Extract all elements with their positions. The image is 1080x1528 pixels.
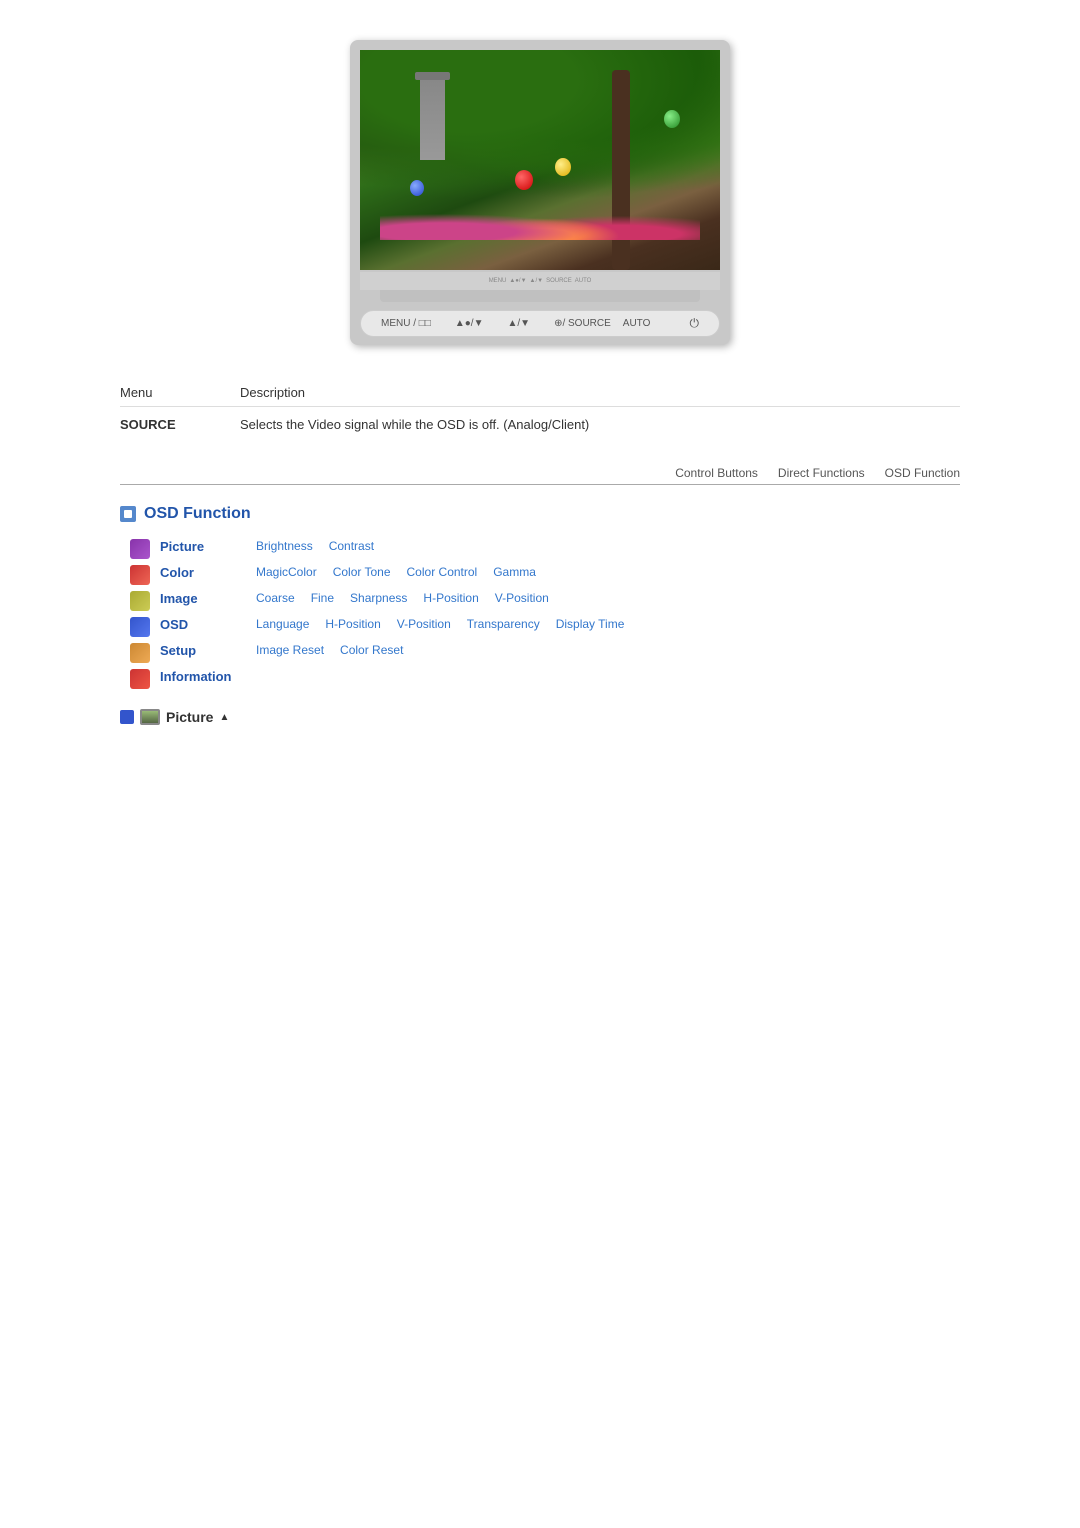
osd-item-fine[interactable]: Fine bbox=[305, 591, 340, 605]
picture-heading: Picture ▲ bbox=[120, 709, 960, 725]
osd-menu-row-image: Image Coarse Fine Sharpness H-Position V… bbox=[130, 591, 960, 611]
osd-icon-cell-setup bbox=[130, 643, 160, 663]
osd-heading-text: OSD Function bbox=[144, 505, 251, 523]
info-menu-icon bbox=[130, 669, 150, 689]
table-row: SOURCE Selects the Video signal while th… bbox=[120, 413, 960, 436]
osd-item-image-vposition[interactable]: V-Position bbox=[489, 591, 555, 605]
picture-nav-icon bbox=[120, 710, 134, 724]
osd-heading: OSD Function bbox=[120, 505, 960, 523]
scene-balloon-green bbox=[664, 110, 680, 128]
osd-item-contrast[interactable]: Contrast bbox=[323, 539, 380, 553]
table-col-desc-header: Description bbox=[240, 385, 960, 400]
osd-icon-cell-osd bbox=[130, 617, 160, 637]
osd-item-sharpness[interactable]: Sharpness bbox=[344, 591, 413, 605]
osd-item-display-time[interactable]: Display Time bbox=[550, 617, 631, 631]
osd-heading-icon bbox=[120, 506, 136, 522]
monitor-outer: MENU▲●/▼▲/▼SOURCEAUTO MENU / □□ ▲●/▼ ▲/▼… bbox=[350, 40, 730, 345]
scene-balloon-red bbox=[515, 170, 533, 190]
osd-item-gamma[interactable]: Gamma bbox=[487, 565, 542, 579]
picture-heading-text: Picture bbox=[166, 709, 213, 725]
osd-menu-row-information: Information bbox=[130, 669, 960, 689]
monitor-bezel-bottom: MENU▲●/▼▲/▼SOURCEAUTO bbox=[360, 272, 720, 290]
setup-menu-icon bbox=[130, 643, 150, 663]
tab-osd-function[interactable]: OSD Function bbox=[885, 466, 960, 480]
osd-item-image-hposition[interactable]: H-Position bbox=[417, 591, 484, 605]
osd-icon-cell-color bbox=[130, 565, 160, 585]
source-ctrl-label: ⊕/ SOURCE bbox=[554, 318, 611, 329]
osd-menu-items-color: MagicColor Color Tone Color Control Gamm… bbox=[250, 565, 960, 579]
osd-section: OSD Function Picture Brightness Contrast bbox=[120, 505, 960, 689]
power-icon[interactable]: ⏻ bbox=[690, 316, 700, 331]
osd-menu-items-picture: Brightness Contrast bbox=[250, 539, 960, 553]
osd-item-color-tone[interactable]: Color Tone bbox=[327, 565, 397, 579]
table-desc-source: Selects the Video signal while the OSD i… bbox=[240, 417, 960, 432]
osd-item-color-reset[interactable]: Color Reset bbox=[334, 643, 409, 657]
nav-tabs-section: Control Buttons Direct Functions OSD Fun… bbox=[120, 466, 960, 485]
image-menu-icon bbox=[130, 591, 150, 611]
picture-monitor-icon bbox=[140, 709, 160, 725]
monitor-section: MENU▲●/▼▲/▼SOURCEAUTO MENU / □□ ▲●/▼ ▲/▼… bbox=[60, 40, 1020, 345]
brightness-ctrl-label: ▲●/▼ bbox=[455, 318, 484, 329]
table-section: Menu Description SOURCE Selects the Vide… bbox=[120, 385, 960, 436]
osd-menu-name-color: Color bbox=[160, 565, 250, 580]
table-header: Menu Description bbox=[120, 385, 960, 407]
monitor-bezel-dots: MENU▲●/▼▲/▼SOURCEAUTO bbox=[489, 278, 592, 284]
osd-menu-name-osd: OSD bbox=[160, 617, 250, 632]
monitor-stand-top bbox=[380, 290, 700, 302]
osd-item-coarse[interactable]: Coarse bbox=[250, 591, 301, 605]
osd-menu-name-setup: Setup bbox=[160, 643, 250, 658]
osd-menu-items-setup: Image Reset Color Reset bbox=[250, 643, 960, 657]
osd-icon-cell-picture bbox=[130, 539, 160, 559]
menu-ctrl-label: MENU / □□ bbox=[381, 318, 431, 329]
osd-item-osd-vposition[interactable]: V-Position bbox=[391, 617, 457, 631]
osd-menu-table: Picture Brightness Contrast Color MagicC… bbox=[130, 539, 960, 689]
osd-menu-name-information[interactable]: Information bbox=[160, 669, 250, 684]
monitor-screen bbox=[360, 50, 720, 270]
osd-menu-row-color: Color MagicColor Color Tone Color Contro… bbox=[130, 565, 960, 585]
osd-icon-cell-image bbox=[130, 591, 160, 611]
auto-ctrl-label: AUTO bbox=[623, 318, 651, 329]
osd-menu-items-osd: Language H-Position V-Position Transpare… bbox=[250, 617, 960, 631]
osd-menu-items-image: Coarse Fine Sharpness H-Position V-Posit… bbox=[250, 591, 960, 605]
tab-direct-functions[interactable]: Direct Functions bbox=[778, 466, 865, 480]
osd-item-image-reset[interactable]: Image Reset bbox=[250, 643, 330, 657]
osd-item-magiccolor[interactable]: MagicColor bbox=[250, 565, 323, 579]
tab-control-buttons[interactable]: Control Buttons bbox=[675, 466, 758, 480]
osd-menu-icon bbox=[130, 617, 150, 637]
osd-icon-cell-information bbox=[130, 669, 160, 689]
position-ctrl-label: ▲/▼ bbox=[507, 318, 530, 329]
osd-item-language[interactable]: Language bbox=[250, 617, 315, 631]
scene-pagoda bbox=[420, 80, 445, 160]
osd-menu-row-osd: OSD Language H-Position V-Position Trans… bbox=[130, 617, 960, 637]
table-col-menu-header: Menu bbox=[120, 385, 240, 400]
picture-heading-arrow: ▲ bbox=[219, 712, 229, 723]
osd-item-brightness[interactable]: Brightness bbox=[250, 539, 319, 553]
color-menu-icon bbox=[130, 565, 150, 585]
scene-balloon-blue bbox=[410, 180, 424, 196]
page-wrapper: MENU▲●/▼▲/▼SOURCEAUTO MENU / □□ ▲●/▼ ▲/▼… bbox=[0, 0, 1080, 775]
osd-item-color-control[interactable]: Color Control bbox=[401, 565, 484, 579]
osd-menu-row-picture: Picture Brightness Contrast bbox=[130, 539, 960, 559]
osd-menu-row-setup: Setup Image Reset Color Reset bbox=[130, 643, 960, 663]
monitor-controls-bar: MENU / □□ ▲●/▼ ▲/▼ ⊕/ SOURCE AUTO ⏻ bbox=[360, 310, 720, 337]
osd-item-osd-hposition[interactable]: H-Position bbox=[319, 617, 386, 631]
osd-menu-name-picture: Picture bbox=[160, 539, 250, 554]
osd-menu-name-image: Image bbox=[160, 591, 250, 606]
table-menu-source: SOURCE bbox=[120, 417, 240, 432]
scene-tree-trunk bbox=[612, 70, 630, 270]
scene-balloon-yellow bbox=[555, 158, 571, 176]
picture-menu-icon bbox=[130, 539, 150, 559]
osd-heading-icon-inner bbox=[124, 510, 132, 518]
osd-item-transparency[interactable]: Transparency bbox=[461, 617, 546, 631]
scene-flowers bbox=[380, 200, 700, 240]
